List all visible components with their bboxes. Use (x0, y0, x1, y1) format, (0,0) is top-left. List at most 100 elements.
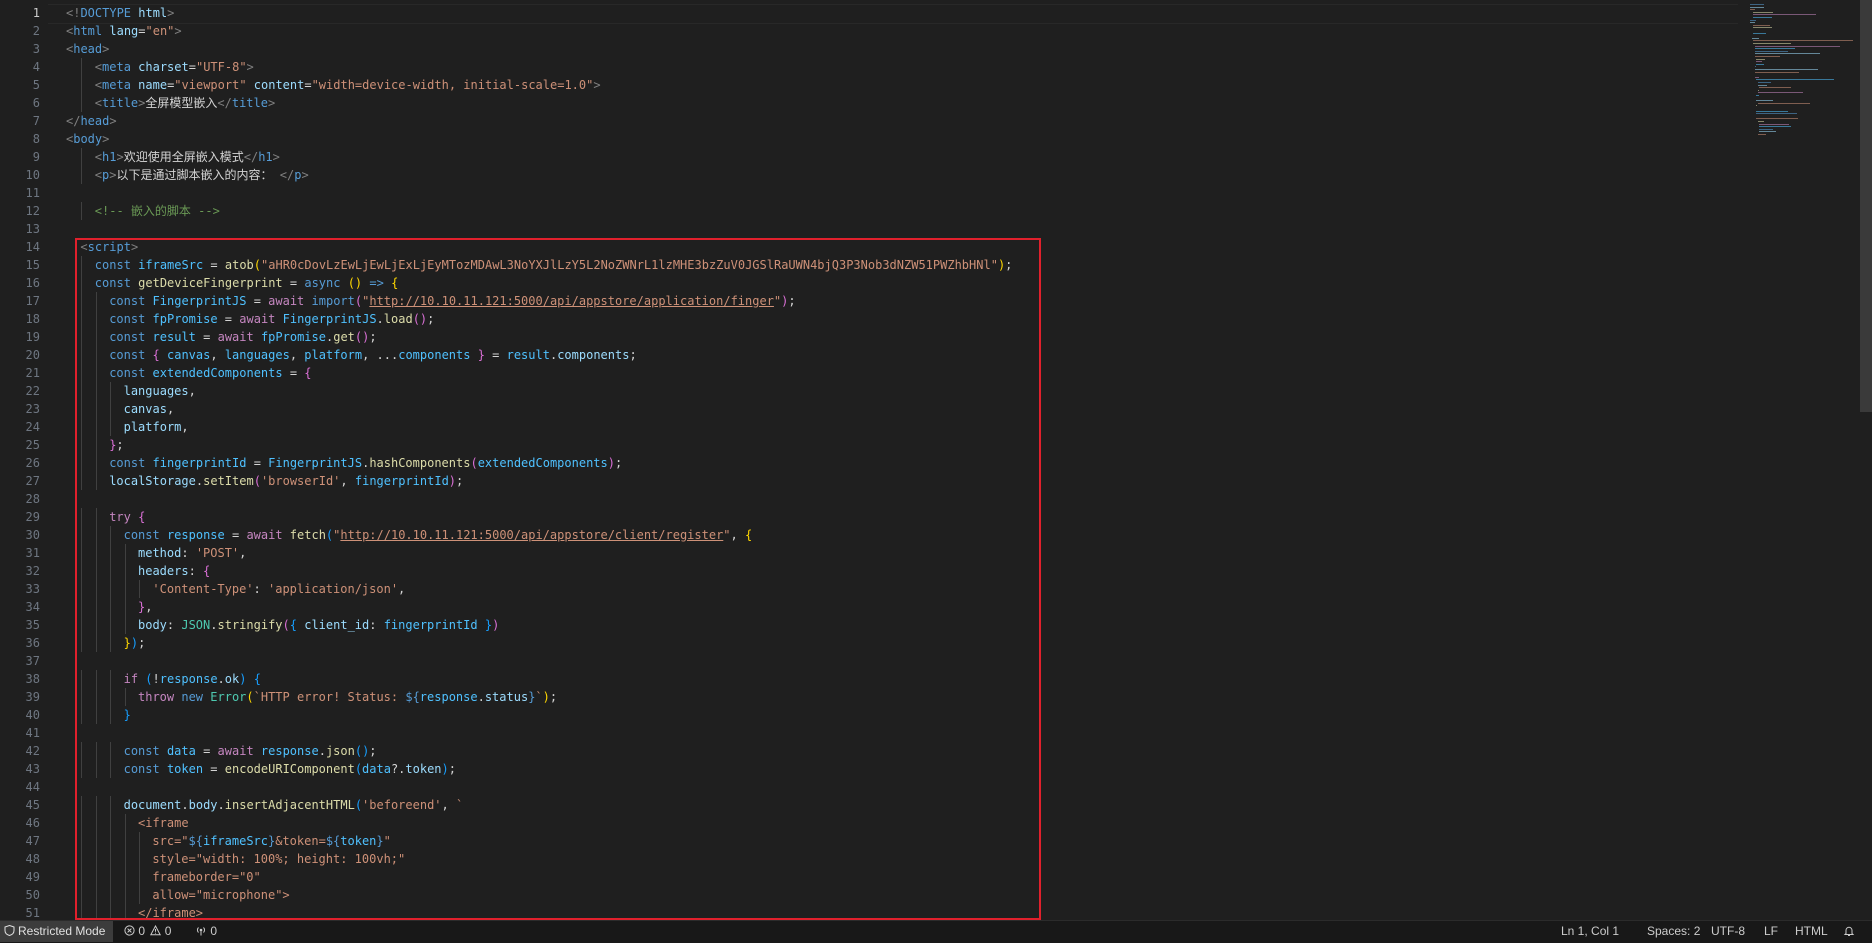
code-token: < (94, 150, 103, 164)
minimap-line (1750, 4, 1764, 5)
indent-guide (81, 166, 83, 184)
code-token: content (246, 78, 305, 92)
line-number: 28 (25, 492, 40, 506)
code-token: html (73, 24, 103, 38)
minimap-line (1753, 11, 1773, 13)
minimap-line (1754, 69, 1819, 70)
status-bar: Restricted Mode 0 0 0 Ln 1, Col 1 Spaces… (0, 920, 1872, 943)
code-line[interactable]: <!DOCTYPE html> (66, 4, 174, 22)
line-number: 4 (32, 60, 40, 74)
code-token: "en" (145, 24, 175, 38)
cursor-position[interactable]: Ln 1, Col 1 (1561, 921, 1619, 942)
code-editor[interactable]: 1 2 3 4 5 6 7 8 9 10 11 12 13 14 15 16 17 18 19 20 21 22 23 24 2… (0, 0, 1872, 920)
ports-indicator[interactable]: 0 (195, 921, 217, 942)
code-token: DOCTYPE (80, 6, 132, 20)
line-number: 26 (25, 456, 40, 470)
error-count: 0 (138, 924, 146, 938)
line-number: 47 (25, 834, 40, 848)
minimap-line (1754, 71, 1799, 73)
line-number: 24 (25, 420, 40, 434)
line-number: 44 (25, 780, 40, 794)
code-token: </ (243, 150, 259, 164)
code-token: head (80, 114, 110, 128)
code-token: h1 (258, 150, 273, 164)
minimap-line (1753, 17, 1772, 18)
code-line[interactable]: <meta name="viewport" content="width=dev… (95, 76, 601, 94)
line-number: 13 (25, 222, 40, 236)
minimap-line (1756, 105, 1757, 107)
minimap-line (1759, 131, 1777, 133)
minimap-line (1757, 134, 1766, 135)
minimap-line (1757, 92, 1803, 94)
indentation-selector[interactable]: Spaces: 2 (1647, 921, 1700, 942)
minimap-line (1759, 123, 1789, 125)
encoding-selector[interactable]: UTF-8 (1711, 921, 1745, 942)
scrollbar-thumb[interactable] (1860, 0, 1872, 412)
code-token: <! (66, 6, 81, 20)
line-number: 29 (25, 510, 40, 524)
minimap[interactable] (1740, 0, 1860, 140)
minimap-line (1753, 27, 1772, 29)
code-line[interactable]: <!-- 嵌入的脚本 --> (95, 202, 220, 220)
line-number: 27 (25, 474, 40, 488)
line-number: 43 (25, 762, 40, 776)
line-number: 8 (32, 132, 40, 146)
minimap-line (1753, 14, 1816, 16)
minimap-line (1757, 82, 1771, 83)
code-line[interactable]: <html lang="en"> (66, 22, 182, 40)
problems-indicator[interactable]: 0 0 (124, 921, 171, 942)
code-token: </ (217, 96, 232, 110)
code-line[interactable]: <head> (66, 40, 109, 58)
minimap-line (1759, 128, 1773, 130)
code-token: "UTF-8" (195, 60, 247, 74)
code-token: </ (272, 168, 295, 182)
code-line[interactable]: <title>全屏模型嵌入</title> (95, 94, 275, 112)
code-line[interactable]: <p>以下是通过脚本嵌入的内容： </p> (95, 166, 309, 184)
line-number: 31 (25, 546, 40, 560)
code-line[interactable]: <h1>欢迎使用全屏嵌入模式</h1> (95, 148, 280, 166)
line-number: 17 (25, 294, 40, 308)
code-token: > (116, 150, 124, 164)
minimap-line (1757, 84, 1767, 86)
code-line[interactable]: <meta charset="UTF-8"> (95, 58, 254, 76)
code-line[interactable]: </head> (66, 112, 117, 130)
code-token: h1 (102, 150, 117, 164)
line-number: 23 (25, 402, 40, 416)
ports-count: 0 (210, 924, 218, 938)
minimap-line (1757, 102, 1810, 104)
line-number: 30 (25, 528, 40, 542)
code-token: meta (102, 60, 131, 74)
language-mode-selector[interactable]: HTML (1795, 921, 1828, 942)
eol-selector[interactable]: LF (1764, 921, 1778, 942)
restricted-mode-indicator[interactable]: Restricted Mode (0, 921, 114, 942)
minimap-line (1750, 9, 1756, 11)
bell-icon[interactable] (1843, 921, 1855, 942)
line-number: 20 (25, 348, 40, 362)
minimap-line (1759, 126, 1791, 128)
code-token: > (593, 78, 601, 92)
line-number: 51 (25, 906, 40, 920)
minimap-line (1754, 48, 1795, 50)
minimap-line (1756, 100, 1774, 102)
code-token: > (246, 60, 254, 74)
line-number: 2 (32, 24, 40, 38)
line-number: 40 (25, 708, 40, 722)
code-token: html (131, 6, 168, 20)
minimap-line (1750, 19, 1757, 21)
line-number: 36 (25, 636, 40, 650)
line-number: 15 (25, 258, 40, 272)
minimap-line (1753, 43, 1791, 44)
code-token: < (94, 78, 103, 92)
code-token: 以下是通过脚本嵌入的内容： (116, 168, 273, 182)
minimap-line (1756, 58, 1765, 60)
minimap-line (1757, 89, 1760, 91)
line-number: 45 (25, 798, 40, 812)
code-line[interactable]: <body> (66, 130, 109, 148)
code-token: title (231, 96, 268, 110)
minimap-line (1757, 121, 1764, 122)
minimap-line (1754, 53, 1821, 55)
line-number: 9 (32, 150, 40, 164)
code-token: = (304, 78, 312, 92)
minimap-line (1756, 61, 1763, 63)
line-number: 34 (25, 600, 40, 614)
